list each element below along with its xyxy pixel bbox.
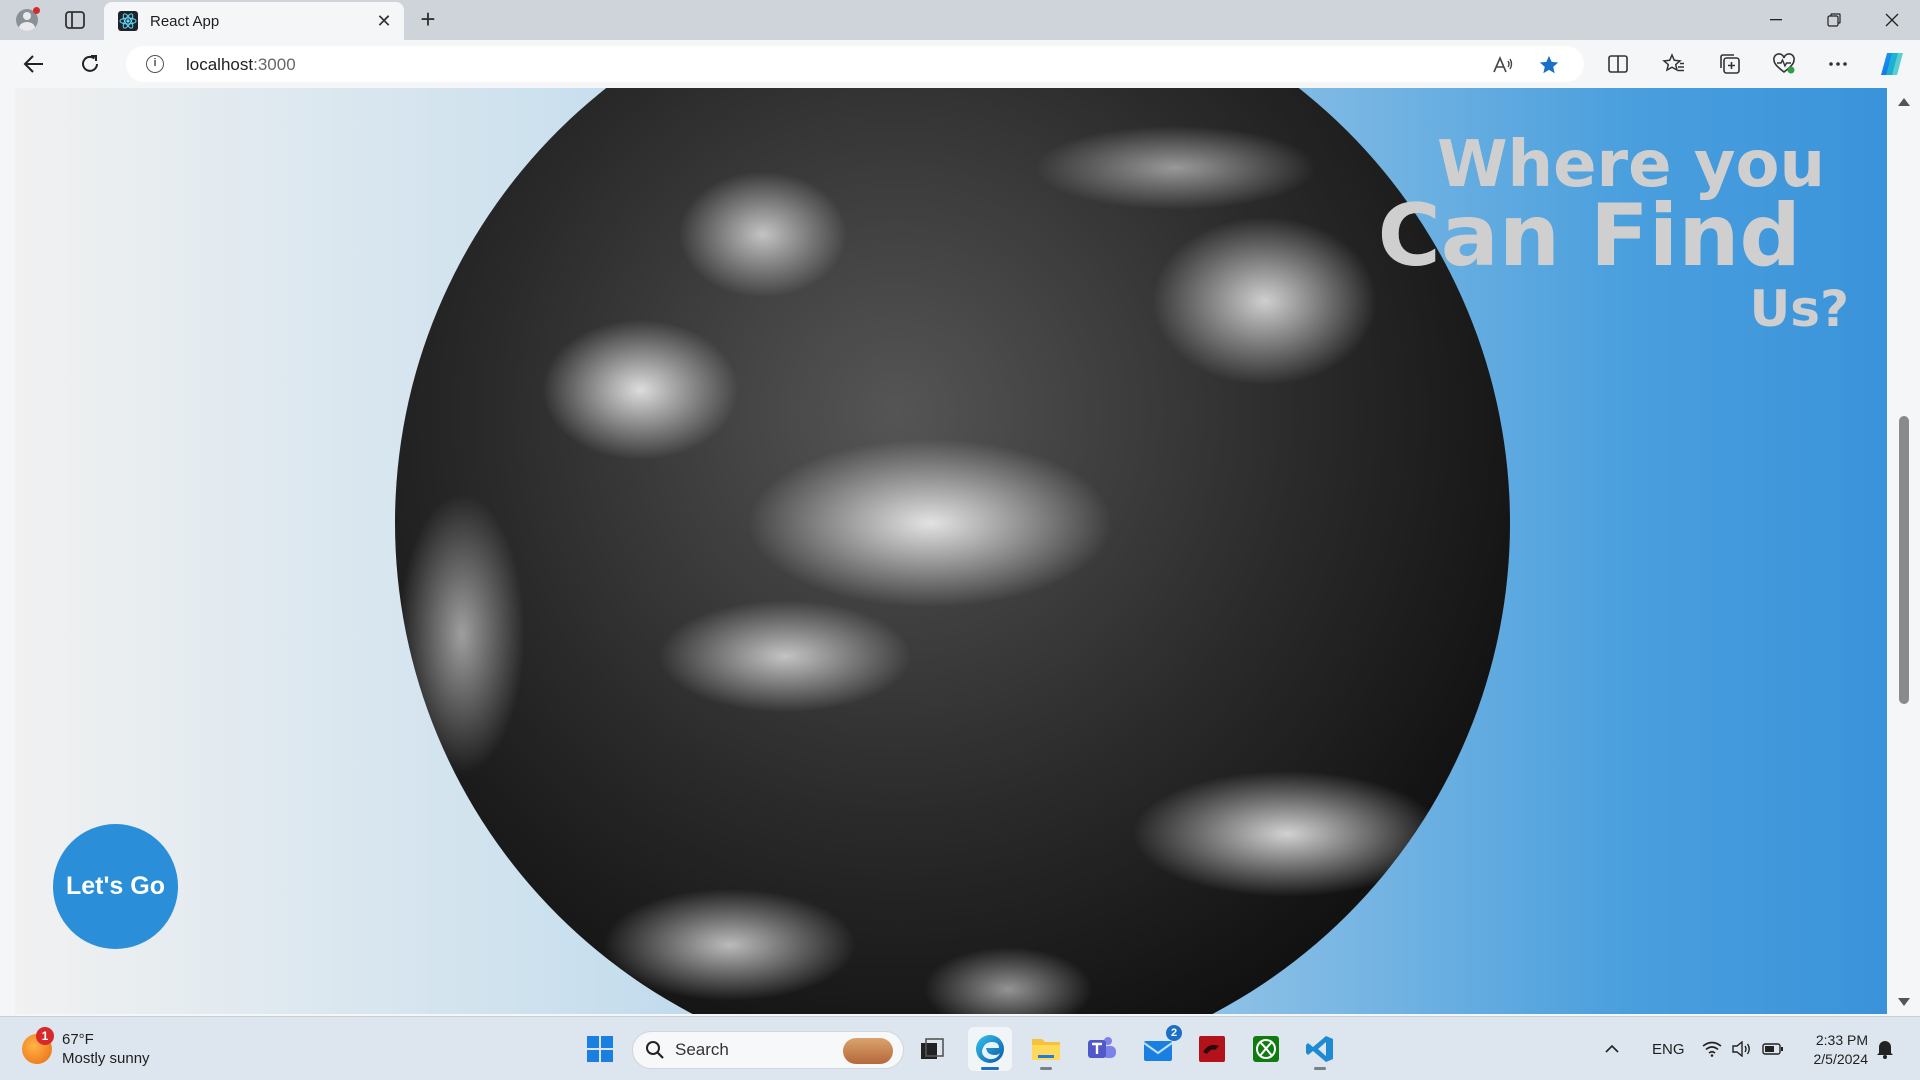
lets-go-button[interactable]: Let's Go: [53, 824, 178, 949]
site-info-icon[interactable]: i: [146, 55, 164, 73]
browser-toolbar: i localhost:3000: [0, 40, 1920, 88]
react-app-page: Where you Can Find Us? Let's Go: [15, 88, 1887, 1014]
edge-browser-icon: [976, 1035, 1004, 1063]
notification-dot: [33, 7, 40, 14]
notifications-button[interactable]: [1876, 1017, 1894, 1080]
back-arrow-icon: [23, 55, 43, 73]
battery-icon-glyph: [1762, 1043, 1783, 1055]
red-app-icon: [1199, 1036, 1225, 1062]
windows-taskbar: 1 67°F Mostly sunny Search 2 ENG 2:33 PM…: [0, 1016, 1920, 1080]
headline-line-3: Us?: [1749, 280, 1849, 338]
url-port: :3000: [253, 55, 296, 74]
favorite-star-button[interactable]: [1536, 52, 1562, 78]
xbox-icon: [1253, 1036, 1279, 1062]
search-icon: [646, 1041, 664, 1059]
file-explorer-icon: [1032, 1039, 1060, 1060]
window-close-button[interactable]: [1864, 0, 1920, 40]
teams-icon: [1088, 1037, 1116, 1058]
read-aloud-button[interactable]: [1490, 52, 1516, 78]
split-screen-icon: [1608, 55, 1628, 73]
favorites-list-icon: [1662, 53, 1684, 72]
minimize-icon: [1770, 19, 1782, 21]
browser-viewport: Where you Can Find Us? Let's Go: [0, 88, 1920, 1016]
scroll-thumb[interactable]: [1899, 416, 1909, 704]
tab-close-icon[interactable]: ✕: [374, 11, 394, 31]
back-button[interactable]: [18, 48, 50, 80]
taskbar-red-app[interactable]: [1190, 1027, 1234, 1071]
battery-icon[interactable]: [1762, 1017, 1784, 1080]
vscode-icon: [1306, 1036, 1333, 1062]
new-tab-button[interactable]: +: [414, 6, 442, 34]
scroll-down-arrow-icon[interactable]: [1898, 998, 1910, 1006]
taskbar-mail[interactable]: 2: [1136, 1025, 1182, 1071]
clock[interactable]: 2:33 PM 2/5/2024: [1796, 1031, 1869, 1069]
refresh-icon: [82, 55, 98, 72]
search-highlight-pie-icon: [843, 1038, 893, 1064]
running-indicator: [1040, 1067, 1052, 1070]
collections-button[interactable]: [1714, 48, 1746, 80]
split-screen-button[interactable]: [1602, 48, 1634, 80]
wifi-icon[interactable]: [1702, 1017, 1722, 1080]
tab-title: React App: [150, 12, 220, 30]
settings-more-button[interactable]: [1822, 48, 1854, 80]
windows-start-icon: [587, 1036, 613, 1062]
copilot-icon: [1881, 53, 1903, 75]
favorites-button[interactable]: [1658, 48, 1690, 80]
weather-condition: Mostly sunny: [62, 1050, 150, 1067]
profile-avatar-button[interactable]: [12, 6, 42, 34]
taskbar-file-explorer[interactable]: [1024, 1027, 1068, 1071]
clock-date: 2/5/2024: [1813, 1051, 1869, 1067]
taskbar-xbox[interactable]: [1244, 1027, 1288, 1071]
address-url[interactable]: localhost:3000: [186, 55, 296, 75]
react-logo-icon: [118, 11, 138, 31]
show-hidden-icons-button[interactable]: [1604, 1017, 1620, 1080]
copilot-button[interactable]: [1876, 48, 1908, 80]
browser-tab-active[interactable]: React App ✕: [104, 2, 404, 40]
collections-icon: [1720, 54, 1740, 74]
chevron-up-icon: [1605, 1044, 1619, 1053]
star-filled-icon: [1539, 55, 1559, 74]
heart-pulse-icon: [1773, 53, 1795, 74]
mail-badge: 2: [1166, 1025, 1182, 1041]
running-indicator: [1314, 1067, 1326, 1070]
volume-icon-glyph: [1732, 1041, 1750, 1057]
restore-button[interactable]: [1806, 0, 1862, 40]
task-view-icon: [921, 1038, 944, 1059]
minimize-button[interactable]: [1748, 0, 1804, 40]
weather-temperature: 67°F: [62, 1031, 94, 1048]
search-placeholder: Search: [675, 1040, 729, 1059]
taskbar-search-box[interactable]: Search: [632, 1031, 904, 1069]
browser-title-bar: React App ✕ +: [0, 0, 1920, 40]
language-indicator[interactable]: ENG: [1652, 1017, 1685, 1080]
taskbar-teams[interactable]: [1080, 1027, 1124, 1071]
address-bar[interactable]: i localhost:3000: [126, 46, 1584, 82]
taskbar-edge[interactable]: [968, 1027, 1012, 1071]
wifi-icon-glyph: [1702, 1041, 1722, 1057]
window-close-icon: [1885, 13, 1899, 27]
url-host: localhost: [186, 55, 254, 74]
vertical-scrollbar[interactable]: [1888, 88, 1920, 1016]
taskbar-vscode[interactable]: [1298, 1027, 1342, 1071]
weather-widget[interactable]: 1 67°F Mostly sunny: [22, 1027, 150, 1071]
task-view-button[interactable]: [910, 1027, 954, 1071]
volume-icon[interactable]: [1732, 1017, 1752, 1080]
refresh-button[interactable]: [74, 48, 106, 80]
weather-badge: 1: [36, 1027, 54, 1045]
tab-actions-button[interactable]: [62, 8, 88, 32]
active-indicator: [981, 1067, 999, 1070]
browser-essentials-button[interactable]: [1768, 48, 1800, 80]
read-aloud-icon: [1493, 55, 1513, 73]
weather-sun-icon: 1: [22, 1027, 54, 1064]
tab-actions-icon: [65, 11, 85, 29]
earth-globe-image[interactable]: [395, 88, 1510, 1014]
start-button[interactable]: [578, 1027, 622, 1071]
headline-line-2: Can Find: [1377, 186, 1801, 286]
scroll-up-arrow-icon[interactable]: [1898, 98, 1910, 106]
clock-time: 2:33 PM: [1815, 1032, 1868, 1048]
bell-icon: [1877, 1041, 1893, 1059]
more-dots-icon: [1829, 62, 1847, 66]
restore-icon: [1827, 13, 1841, 27]
